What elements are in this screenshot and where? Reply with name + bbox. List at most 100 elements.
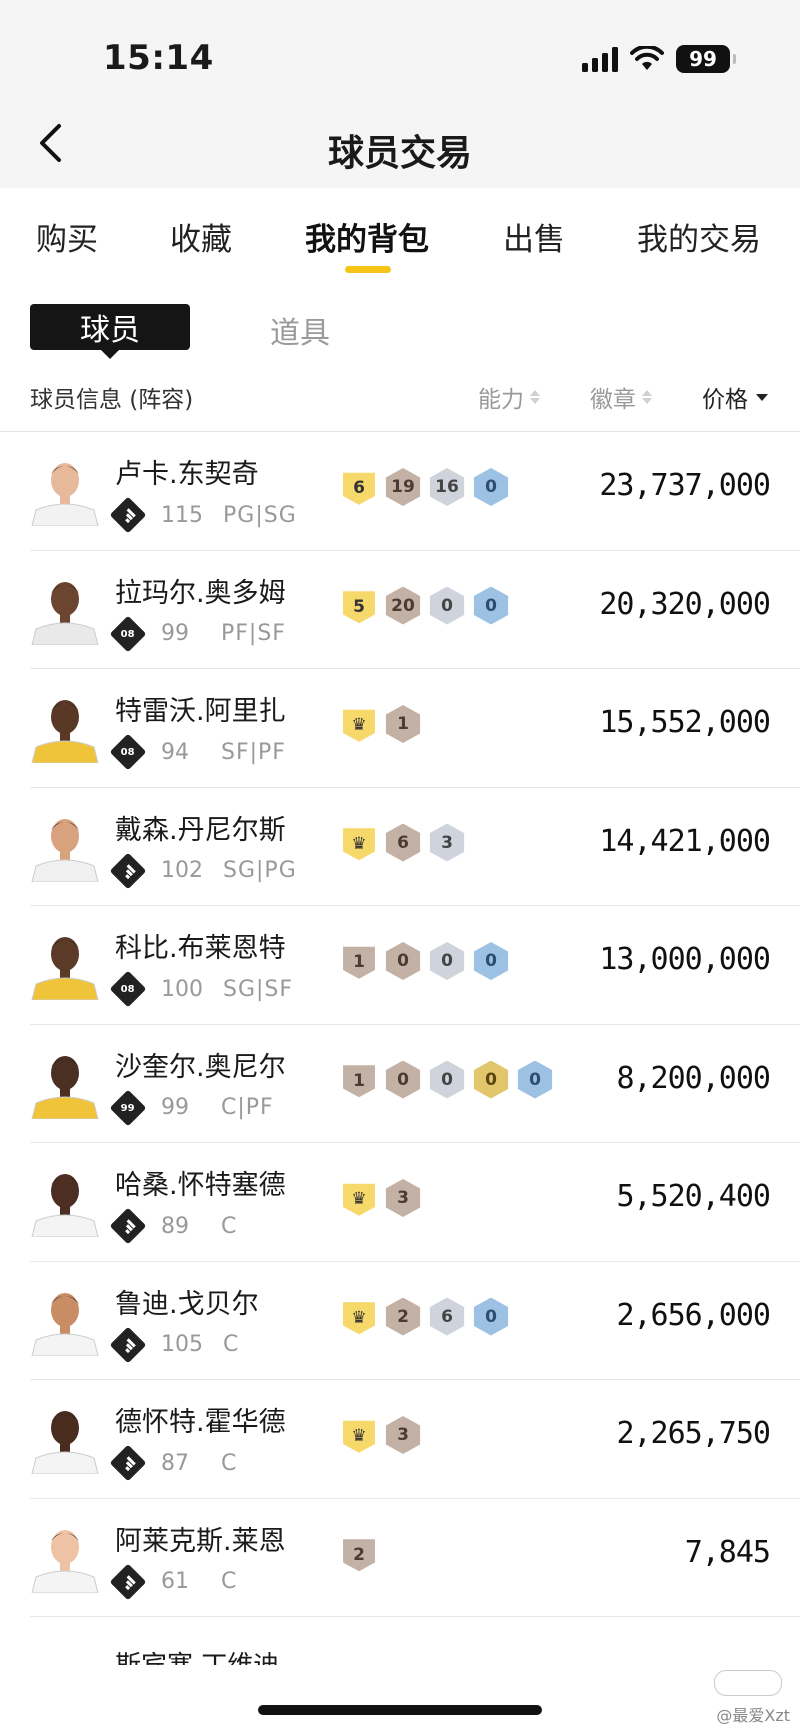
- tab-sell[interactable]: 出售: [503, 214, 565, 259]
- badge-chip: 16: [429, 468, 465, 506]
- sort-ability-label: 能力: [478, 387, 524, 413]
- player-meta: 99 99 C|PF: [109, 1089, 274, 1126]
- player-position: SG|PG: [223, 858, 297, 883]
- tab-favorites[interactable]: 收藏: [170, 214, 232, 259]
- badge-chip: 0: [473, 586, 509, 625]
- player-avatar: [30, 691, 100, 763]
- badge-chip: 0: [385, 942, 421, 980]
- player-meta: 115 PG|SG: [109, 496, 297, 534]
- lineup-badge-icon: [109, 496, 147, 534]
- player-avatar: [30, 454, 100, 526]
- player-name: 沙奎尔.奥尼尔: [115, 1051, 286, 1083]
- player-meta: 102 SG|PG: [109, 852, 297, 889]
- player-name: 阿莱克斯.莱恩: [115, 1525, 286, 1557]
- badge-group: 6 19 16 0: [340, 468, 510, 508]
- player-row[interactable]: 鲁迪.戈贝尔 105 C ♛ 2 6 0 2,656,000: [30, 1262, 800, 1380]
- partial-player-name: 斯宾塞.丁维迪: [115, 1645, 279, 1665]
- tab-my-trades[interactable]: 我的交易: [637, 214, 761, 259]
- sort-badge[interactable]: 徽章: [590, 380, 652, 414]
- badge-chip: 6: [385, 823, 421, 862]
- sort-ability[interactable]: 能力: [478, 380, 540, 414]
- badge-chip: 0: [473, 1060, 509, 1099]
- segment-items[interactable]: 道具: [270, 308, 330, 352]
- player-avatar: [30, 928, 100, 1000]
- player-position: C: [221, 1450, 238, 1476]
- page-title: 球员交易: [327, 133, 472, 174]
- tab-buy[interactable]: 购买: [36, 214, 98, 259]
- player-name: 特雷沃.阿里扎: [115, 696, 286, 727]
- watermark: @最爱Xzt: [716, 1706, 790, 1725]
- player-meta: 08 100 SG|SF: [109, 970, 293, 1008]
- badge-chip: 0: [429, 942, 465, 980]
- player-rating: 99: [161, 621, 189, 646]
- badge-chip: 0: [473, 468, 509, 506]
- badge-group: 10000: [340, 1060, 554, 1101]
- status-icons: 99: [582, 44, 736, 74]
- player-rating: 89: [161, 1213, 189, 1239]
- badge-chip: 0: [429, 586, 465, 625]
- player-row[interactable]: 戴森.丹尼尔斯 102 SG|PG ♛ 6 3 14,421,000: [30, 788, 800, 906]
- player-row[interactable]: 沙奎尔.奥尼尔 99 99 C|PF 1 0 0 0 0 8,200,000: [30, 1025, 800, 1143]
- badge-chip: 20: [385, 586, 421, 625]
- badge-chip: 3: [429, 823, 465, 862]
- sort-arrows-icon: [530, 390, 540, 404]
- lineup-badge-icon: 99: [109, 1089, 147, 1126]
- player-price: 5,520,400: [616, 1179, 771, 1214]
- tab-my-backpack[interactable]: 我的背包: [305, 214, 429, 259]
- player-price: 15,552,000: [599, 705, 771, 740]
- player-price: 2,656,000: [616, 1297, 771, 1333]
- signal-icon: [582, 46, 618, 72]
- badge-group: ♛ 3: [340, 1179, 422, 1219]
- player-price: 2,265,750: [616, 1416, 771, 1451]
- watermark-logo: [714, 1670, 782, 1696]
- badge-chip: ♛: [343, 709, 375, 742]
- badge-chip: 3: [385, 1416, 421, 1454]
- segment-players[interactable]: 球员: [30, 304, 190, 359]
- lineup-badge-icon: [109, 1444, 147, 1482]
- segment-control: 球员 道具: [0, 274, 800, 362]
- tab-active-indicator: [345, 266, 391, 273]
- badge-group: 2: [340, 1535, 378, 1575]
- badge-chip: 0: [473, 1297, 509, 1336]
- player-avatar: [30, 1047, 100, 1119]
- player-meta: 08 99 PF|SF: [109, 615, 286, 652]
- badge-chip: ♛: [343, 828, 375, 861]
- badge-chip: ♛: [343, 1183, 375, 1216]
- player-position: C: [221, 1569, 238, 1594]
- home-indicator[interactable]: [258, 1705, 542, 1715]
- badge-chip: 0: [473, 942, 509, 980]
- badge-chip: 3: [385, 1179, 421, 1217]
- player-row[interactable]: 阿莱克斯.莱恩 61 C 2 7,845: [30, 1499, 800, 1617]
- player-avatar: [30, 1165, 100, 1237]
- player-row[interactable]: 特雷沃.阿里扎 08 94 SF|PF ♛ 1 15,552,000: [30, 669, 800, 788]
- player-name: 拉玛尔.奥多姆: [115, 577, 286, 609]
- player-row[interactable]: 科比.布莱恩特 08 100 SG|SF 1 0 0 0 13,000,000: [30, 906, 800, 1025]
- player-row[interactable]: 卢卡.东契奇 115 PG|SG 6 19 16 0 23,737,000: [30, 432, 800, 551]
- lineup-badge-icon: [109, 1207, 147, 1245]
- player-meta: 105 C: [109, 1326, 240, 1363]
- player-rating: 102: [161, 858, 203, 883]
- badge-chip: ♛: [343, 1302, 375, 1335]
- player-avatar: [30, 810, 100, 882]
- player-position: C|PF: [221, 1095, 274, 1120]
- sort-price[interactable]: 价格: [702, 380, 768, 414]
- player-avatar: [30, 1284, 100, 1356]
- sort-price-label: 价格: [702, 387, 748, 413]
- player-rating: 87: [161, 1450, 189, 1476]
- badge-group: 5 20 0 0: [340, 586, 510, 627]
- player-row[interactable]: 德怀特.霍华德 87 C ♛ 3 2,265,750: [30, 1380, 800, 1499]
- badge-group: ♛ 3: [340, 1416, 422, 1456]
- player-position: PF|SF: [221, 621, 286, 646]
- list-header: 球员信息 (阵容) 能力 徽章 价格: [0, 362, 800, 432]
- badge-chip: 6: [343, 472, 375, 505]
- player-rating: 115: [161, 502, 203, 528]
- player-row[interactable]: 拉玛尔.奥多姆 08 99 PF|SF 5 20 0 0 20,320,000: [30, 551, 800, 669]
- player-rating: 99: [161, 1095, 189, 1120]
- badge-group: 1000: [340, 942, 510, 982]
- player-price: 13,000,000: [599, 942, 771, 977]
- player-avatar: [30, 1521, 100, 1593]
- player-position: C: [223, 1332, 240, 1357]
- player-row[interactable]: 哈桑.怀特塞德 89 C ♛ 3 5,520,400: [30, 1143, 800, 1262]
- badge-chip: 0: [385, 1060, 421, 1099]
- player-price: 7,845: [684, 1534, 771, 1570]
